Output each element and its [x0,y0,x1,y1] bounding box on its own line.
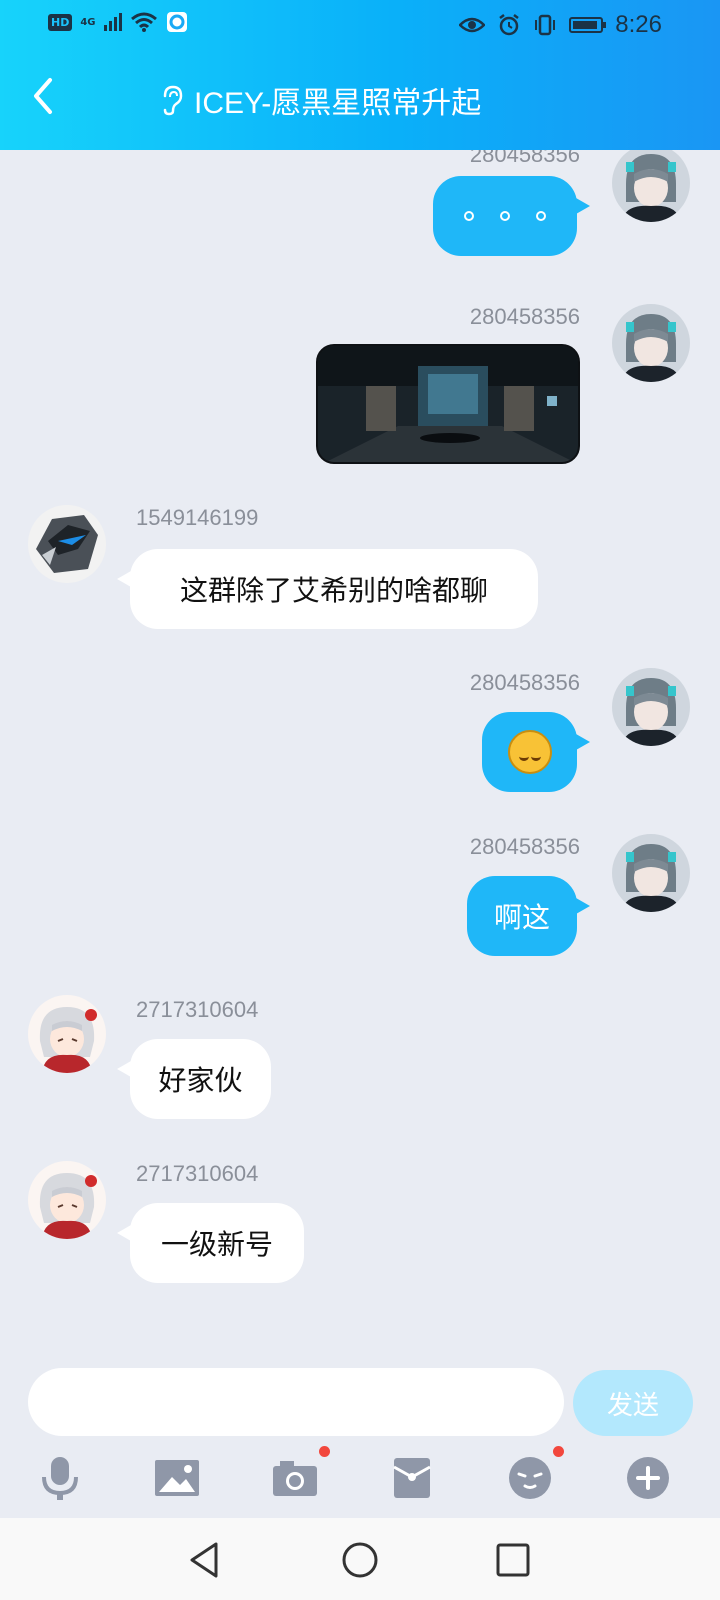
image-button[interactable] [147,1450,207,1506]
bubble-tail [576,734,590,750]
more-button[interactable] [618,1450,678,1506]
red-packet-icon [393,1458,431,1498]
emoji-badge [553,1446,564,1457]
message-bubble[interactable] [433,176,577,256]
back-button[interactable] [28,74,64,118]
chevron-left-icon [34,78,52,114]
bubble-tail [117,1061,131,1077]
sender-name: 2717310604 [136,997,259,1022]
message-bubble[interactable]: 啊这 [467,876,577,956]
message-text: 好家伙 [158,1064,243,1097]
nav-home-button[interactable] [340,1540,380,1580]
ear-icon [163,85,183,116]
eye-icon [459,17,486,33]
input-toolbar [0,1446,720,1510]
avatar[interactable] [28,505,106,583]
message-text: 啊这 [493,901,550,934]
bubble-tail [576,198,590,214]
camera-icon [273,1461,317,1496]
message-bubble[interactable]: 好家伙 [130,1039,271,1119]
emoji-icon [509,1457,551,1499]
app-notification-icon [166,12,187,32]
sender-name: 280458356 [469,150,580,167]
avatar[interactable] [28,1161,106,1239]
nav-recents-button[interactable] [493,1540,533,1580]
message-list[interactable]: 280458356 280458356 1549146199 这群除了艾希别的啥… [0,150,720,1335]
send-button[interactable]: 发送 [573,1370,693,1436]
vibrate-icon [535,14,556,36]
sender-name: 280458356 [469,834,580,859]
image-message[interactable] [316,344,580,464]
mic-icon [42,1457,78,1500]
battery-icon [569,17,607,33]
wifi-icon [130,12,157,32]
system-nav-bar [0,1518,720,1600]
clock: 8:26 [615,11,662,38]
avatar[interactable] [612,668,690,746]
sender-name: 280458356 [469,304,580,329]
bubble-tail [117,571,131,587]
voice-button[interactable] [30,1450,90,1506]
sender-name: 280458356 [469,670,580,695]
message-text: 这群除了艾希别的啥都聊 [179,574,488,607]
chat-title-text: ICEY-愿黑星照常升起 [194,87,482,120]
message-bubble[interactable]: 这群除了艾希别的啥都聊 [130,549,538,629]
ellipsis-dots [464,211,546,221]
status-bar: HD 4G 8:26 [0,0,720,48]
avatar[interactable] [612,150,690,222]
triangle-back-icon [190,1542,218,1578]
camera-badge [319,1446,330,1457]
circle-home-icon [342,1542,378,1578]
network-type: 4G [80,16,96,28]
message-input[interactable] [28,1368,564,1436]
avatar[interactable] [28,995,106,1073]
message-bubble[interactable] [482,712,577,792]
avatar[interactable] [612,834,690,912]
upside-down-face-icon [507,730,552,774]
message-bubble[interactable]: 一级新号 [130,1203,304,1283]
hd-indicator: HD [48,13,73,31]
signal-icon [103,13,122,31]
square-recents-icon [496,1543,530,1577]
emoji-button[interactable] [500,1450,560,1506]
red-packet-button[interactable] [382,1450,442,1506]
top-bar: HD 4G 8:26 ICEY-愿黑星照常升起 [0,0,720,150]
alarm-icon [499,14,520,36]
plus-icon [627,1457,669,1499]
nav-back-button[interactable] [186,1540,226,1580]
avatar[interactable] [612,304,690,382]
bubble-tail [576,898,590,914]
chat-title[interactable]: ICEY-愿黑星照常升起 [160,78,481,122]
message-text: 一级新号 [160,1228,273,1261]
camera-button[interactable] [265,1450,325,1506]
sender-name: 1549146199 [136,505,259,530]
bubble-tail [117,1225,131,1241]
image-icon [155,1460,199,1496]
sender-name: 2717310604 [136,1161,259,1186]
